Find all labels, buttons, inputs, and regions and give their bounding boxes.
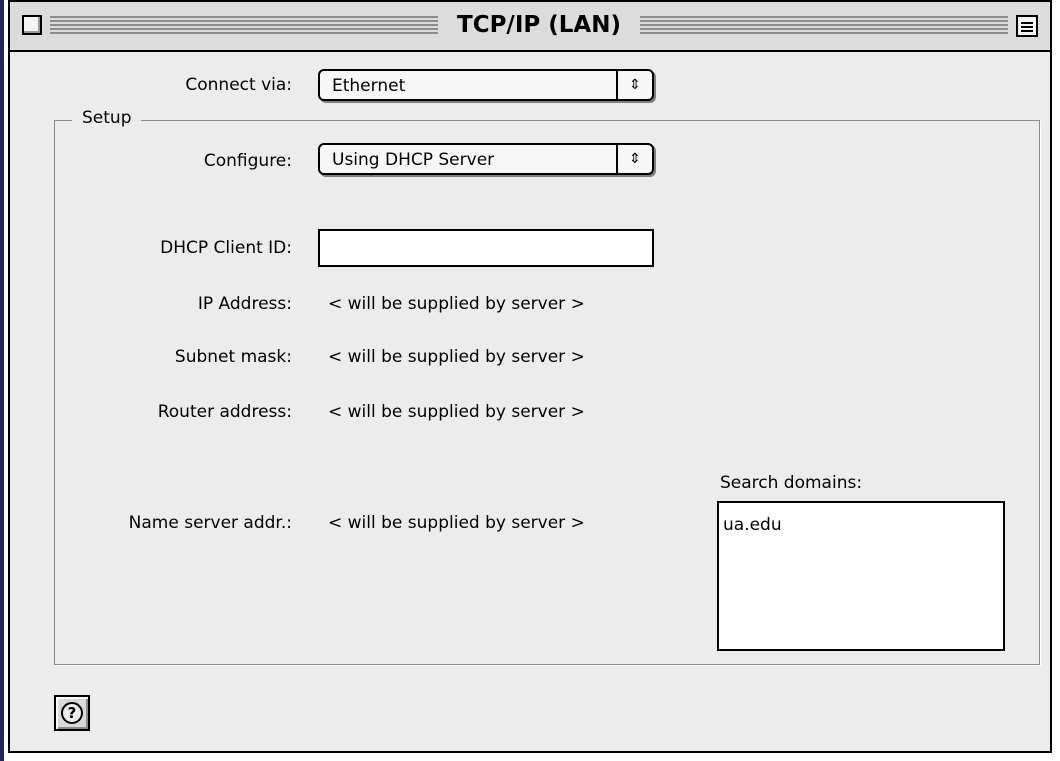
desktop-edge xyxy=(0,0,4,761)
configure-popup[interactable]: Using DHCP Server ⇕ xyxy=(318,143,654,175)
search-domains-label: Search domains: xyxy=(720,473,863,493)
setup-group-title: Setup xyxy=(72,108,142,128)
router-address-label: Router address: xyxy=(157,402,292,422)
title-bar[interactable]: TCP/IP (LAN) xyxy=(10,2,1050,52)
window-collapse-icon[interactable] xyxy=(1016,15,1038,37)
connect-via-value: Ethernet xyxy=(332,76,406,96)
title-bar-stripes-right xyxy=(640,16,1008,36)
window-title: TCP/IP (LAN) xyxy=(442,11,636,39)
name-server-label: Name server addr.: xyxy=(128,513,292,533)
name-server-value: < will be supplied by server > xyxy=(328,513,585,533)
search-domains-field[interactable]: ua.edu xyxy=(717,501,1005,651)
ip-address-value: < will be supplied by server > xyxy=(328,294,585,314)
popup-arrows-icon: ⇕ xyxy=(616,145,652,173)
ip-address-label: IP Address: xyxy=(197,294,292,314)
popup-arrows-icon: ⇕ xyxy=(616,71,652,99)
tcpip-window: TCP/IP (LAN) Connect via: Ethernet ⇕ Set… xyxy=(8,0,1052,753)
dhcp-client-id-field[interactable] xyxy=(318,229,654,267)
help-icon: ? xyxy=(61,702,83,724)
router-address-value: < will be supplied by server > xyxy=(328,402,585,422)
connect-via-label: Connect via: xyxy=(185,75,292,95)
connect-via-popup[interactable]: Ethernet ⇕ xyxy=(318,69,654,101)
configure-value: Using DHCP Server xyxy=(332,150,495,170)
subnet-mask-value: < will be supplied by server > xyxy=(328,347,585,367)
close-box-icon[interactable] xyxy=(22,15,42,35)
title-bar-stripes-left xyxy=(50,16,438,36)
search-domains-text: ua.edu xyxy=(723,515,782,535)
subnet-mask-label: Subnet mask: xyxy=(174,347,292,367)
configure-label: Configure: xyxy=(203,151,292,171)
help-button[interactable]: ? xyxy=(54,695,90,731)
dhcp-client-id-label: DHCP Client ID: xyxy=(160,238,292,258)
